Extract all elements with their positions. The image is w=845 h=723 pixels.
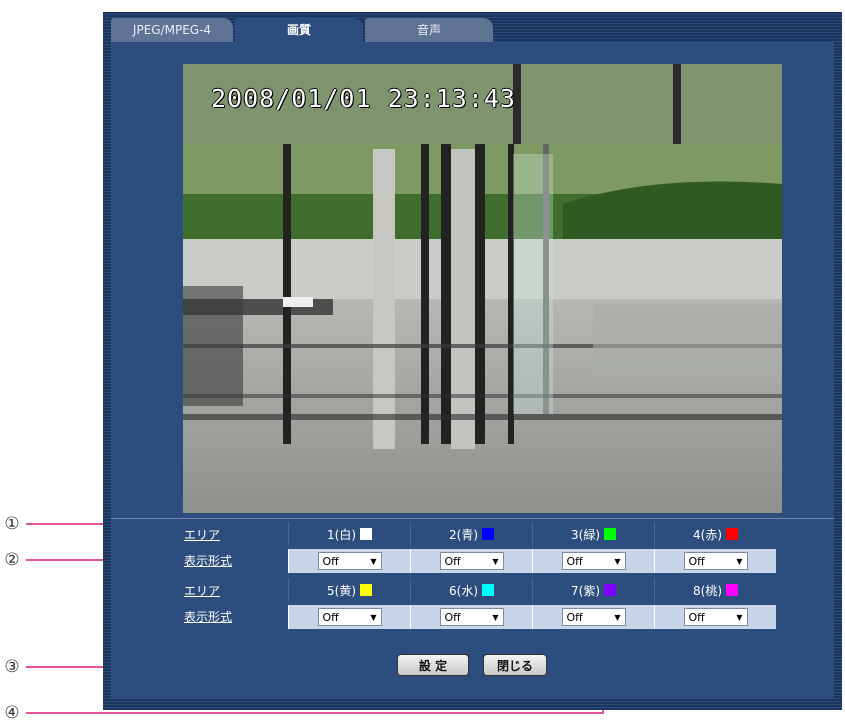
format-row-1: 表示形式 Off ▼ Off ▼ Off ▼ Off ▼ (176, 549, 776, 573)
chevron-down-icon: ▼ (614, 556, 621, 566)
format-3-value: Off (566, 554, 583, 568)
area-2-color-swatch (482, 528, 494, 540)
chevron-down-icon: ▼ (736, 556, 743, 566)
area-5-label: 5(黄) (327, 583, 356, 598)
area-8-color-swatch (726, 584, 738, 596)
callout-2: ② (4, 550, 20, 570)
format-2-cell: Off ▼ (410, 549, 532, 573)
format-8-cell: Off ▼ (654, 605, 776, 629)
callout-1: ① (4, 514, 20, 534)
settings-panel: 2008/01/01 23:13:43 エリア 1(白) 2(青) 3(緑) 4… (111, 42, 834, 698)
callout-4-line (26, 712, 604, 714)
area-row-2: エリア 5(黄) 6(水) 7(紫) 8(桃) (176, 578, 776, 602)
format-5-value: Off (322, 610, 339, 624)
format-label-link-2[interactable]: 表示形式 (176, 605, 288, 629)
format-5-cell: Off ▼ (288, 605, 410, 629)
area-label-link[interactable]: エリア (176, 526, 288, 543)
area-2-cell: 2(青) (410, 522, 532, 546)
area-5-cell: 5(黄) (288, 578, 410, 602)
set-button[interactable]: 設 定 (397, 654, 469, 676)
callout-3: ③ (4, 657, 20, 677)
area-7-color-swatch (604, 584, 616, 596)
format-7-value: Off (566, 610, 583, 624)
format-2-select[interactable]: Off ▼ (439, 552, 504, 570)
format-row-2: 表示形式 Off ▼ Off ▼ Off ▼ Off ▼ (176, 605, 776, 629)
chevron-down-icon: ▼ (736, 612, 743, 622)
area-6-color-swatch (482, 584, 494, 596)
area-1-label: 1(白) (327, 527, 356, 542)
chevron-down-icon: ▼ (370, 612, 377, 622)
format-3-select[interactable]: Off ▼ (561, 552, 626, 570)
area-3-color-swatch (604, 528, 616, 540)
area-label-link-2[interactable]: エリア (176, 582, 288, 599)
area-4-label: 4(赤) (693, 527, 722, 542)
format-6-select[interactable]: Off ▼ (439, 608, 504, 626)
area-3-label: 3(緑) (571, 527, 600, 542)
panel-divider (111, 518, 834, 519)
chevron-down-icon: ▼ (370, 556, 377, 566)
tab-jpeg-mpeg4[interactable]: JPEG/MPEG-4 (111, 18, 233, 42)
area-3-cell: 3(緑) (532, 522, 654, 546)
format-6-value: Off (444, 610, 461, 624)
chevron-down-icon: ▼ (614, 612, 621, 622)
area-2-label: 2(青) (449, 527, 478, 542)
format-1-cell: Off ▼ (288, 549, 410, 573)
area-7-label: 7(紫) (571, 583, 600, 598)
area-4-cell: 4(赤) (654, 522, 776, 546)
format-label-link[interactable]: 表示形式 (176, 549, 288, 573)
format-4-value: Off (688, 554, 705, 568)
format-8-select[interactable]: Off ▼ (683, 608, 748, 626)
format-6-cell: Off ▼ (410, 605, 532, 629)
area-6-label: 6(水) (449, 583, 478, 598)
chevron-down-icon: ▼ (492, 556, 499, 566)
image-quality-window: JPEG/MPEG-4 画質 音声 2008/01/01 23:13:43 エリ… (103, 12, 842, 710)
format-4-select[interactable]: Off ▼ (683, 552, 748, 570)
tab-image-quality[interactable]: 画質 (235, 18, 363, 42)
format-1-select[interactable]: Off ▼ (317, 552, 382, 570)
format-5-select[interactable]: Off ▼ (317, 608, 382, 626)
camera-image: 2008/01/01 23:13:43 (183, 64, 782, 513)
area-8-cell: 8(桃) (654, 578, 776, 602)
close-button[interactable]: 閉じる (483, 654, 547, 676)
format-8-value: Off (688, 610, 705, 624)
area-1-cell: 1(白) (288, 522, 410, 546)
format-2-value: Off (444, 554, 461, 568)
area-6-cell: 6(水) (410, 578, 532, 602)
format-3-cell: Off ▼ (532, 549, 654, 573)
format-1-value: Off (322, 554, 339, 568)
format-7-select[interactable]: Off ▼ (561, 608, 626, 626)
format-7-cell: Off ▼ (532, 605, 654, 629)
camera-scene (183, 64, 782, 513)
area-8-label: 8(桃) (693, 583, 722, 598)
area-7-cell: 7(紫) (532, 578, 654, 602)
area-5-color-swatch (360, 584, 372, 596)
area-row-1: エリア 1(白) 2(青) 3(緑) 4(赤) (176, 522, 776, 546)
tab-audio[interactable]: 音声 (365, 18, 493, 42)
camera-timestamp: 2008/01/01 23:13:43 (211, 84, 516, 113)
area-4-color-swatch (726, 528, 738, 540)
format-4-cell: Off ▼ (654, 549, 776, 573)
chevron-down-icon: ▼ (492, 612, 499, 622)
tab-bar: JPEG/MPEG-4 画質 音声 (103, 12, 842, 42)
callout-4: ④ (4, 703, 20, 723)
area-1-color-swatch (360, 528, 372, 540)
